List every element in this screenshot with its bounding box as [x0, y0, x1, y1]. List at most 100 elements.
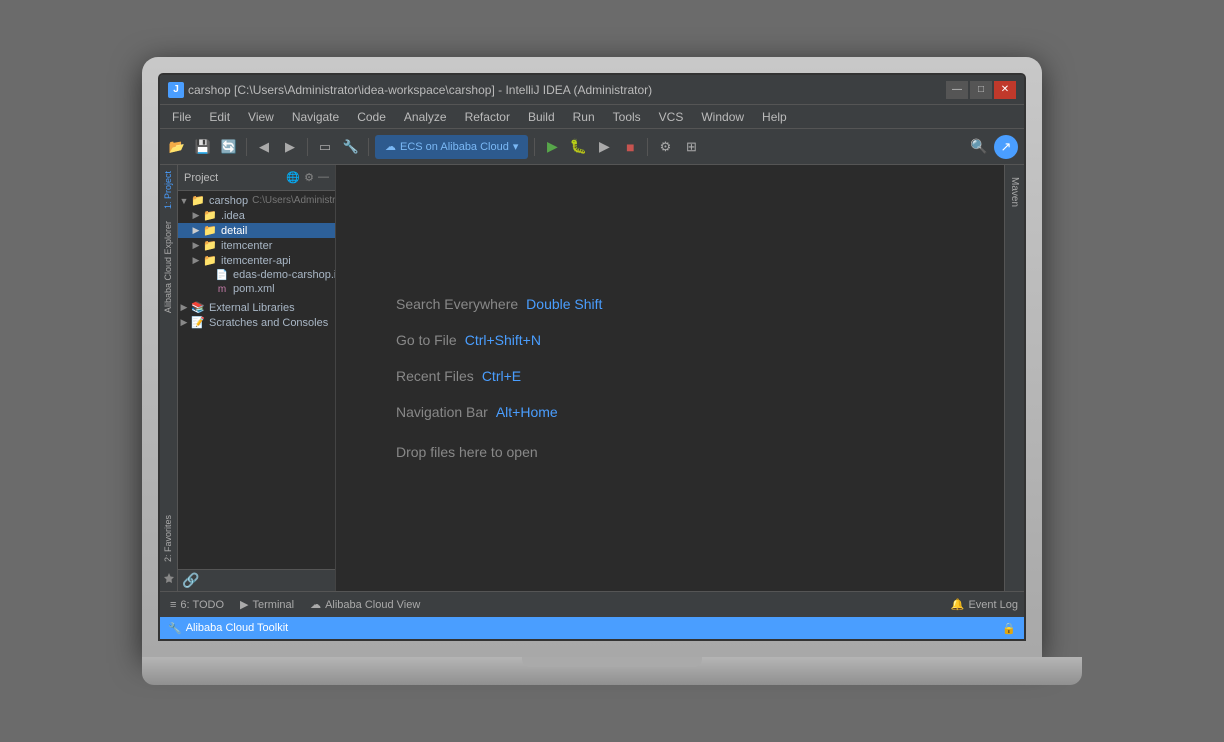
- terminal-tab[interactable]: ▶ Terminal: [236, 596, 298, 613]
- todo-icon: ≡: [170, 599, 176, 611]
- carshop-label: carshop: [209, 195, 248, 207]
- close-button[interactable]: ✕: [994, 81, 1016, 99]
- title-bar-left: J carshop [C:\Users\Administrator\idea-w…: [168, 82, 652, 98]
- pom-icon: m: [214, 284, 230, 295]
- menu-view[interactable]: View: [240, 108, 282, 126]
- menu-refactor[interactable]: Refactor: [457, 108, 518, 126]
- menu-vcs[interactable]: VCS: [651, 108, 692, 126]
- forward-btn[interactable]: ▶: [279, 136, 301, 158]
- favorites-tab[interactable]: 2: Favorites: [160, 509, 177, 568]
- detail-folder-icon: 📁: [202, 224, 218, 237]
- alibaba-cloud-view-tab[interactable]: ☁ Alibaba Cloud View: [306, 596, 424, 613]
- tree-item-iml[interactable]: ▶ 📄 edas-demo-carshop.iml: [178, 268, 335, 282]
- itemcenter-api-label: itemcenter-api: [221, 255, 291, 267]
- debug-button[interactable]: 🐛: [567, 136, 589, 158]
- menu-run[interactable]: Run: [565, 108, 603, 126]
- recent-files-shortcut[interactable]: Ctrl+E: [482, 368, 521, 384]
- pom-label: pom.xml: [233, 283, 275, 295]
- carshop-path: C:\Users\Administrator\idea-worksp...: [252, 195, 335, 206]
- menu-tools[interactable]: Tools: [605, 108, 649, 126]
- run-button[interactable]: ▶: [541, 136, 563, 158]
- goto-file-item: Go to File Ctrl+Shift+N: [396, 332, 944, 348]
- menu-edit[interactable]: Edit: [201, 108, 238, 126]
- window-title: carshop [C:\Users\Administrator\idea-wor…: [188, 83, 652, 97]
- coverage-button[interactable]: ▶: [593, 136, 615, 158]
- nav-bar-label: Navigation Bar: [396, 404, 488, 420]
- tree-item-pom[interactable]: ▶ m pom.xml: [178, 282, 335, 296]
- menu-code[interactable]: Code: [349, 108, 394, 126]
- toolbar: 📂 💾 🔄 ◀ ▶ ▭ 🔧 ☁ ECS on Alibaba Cloud: [160, 129, 1024, 165]
- stop-button[interactable]: ■: [619, 136, 641, 158]
- todo-tab[interactable]: ≡ 6: TODO: [166, 597, 228, 613]
- back-btn[interactable]: ◀: [253, 136, 275, 158]
- tree-item-detail[interactable]: ▶ 📁 detail: [178, 223, 335, 238]
- minimize-button[interactable]: —: [946, 81, 968, 99]
- iml-arrow: ▶: [202, 270, 214, 281]
- project-minimize-icon[interactable]: —: [318, 171, 329, 184]
- separator-4: [534, 138, 535, 156]
- left-strip: 1: Project Alibaba Cloud Explorer 2: Fav…: [160, 165, 178, 591]
- scratches-icon: 📝: [190, 316, 206, 329]
- open-folder-btn[interactable]: 📂: [166, 136, 188, 158]
- menu-navigate[interactable]: Navigate: [284, 108, 347, 126]
- drop-files-label: Drop files here to open: [396, 444, 944, 460]
- alibaba-cloud-explorer-tab[interactable]: Alibaba Cloud Explorer: [160, 215, 177, 319]
- cloud-btn-label: ECS on Alibaba Cloud: [400, 141, 509, 153]
- right-panel: Maven: [1004, 165, 1024, 591]
- title-bar: J carshop [C:\Users\Administrator\idea-w…: [160, 75, 1024, 105]
- carshop-folder-icon: 📁: [190, 194, 206, 207]
- event-log-icon: 🔔: [951, 598, 965, 611]
- lock-icon: 🔒: [1002, 622, 1016, 635]
- project-tab[interactable]: 1: Project: [160, 165, 177, 215]
- toolkit-label: Alibaba Cloud Toolkit: [186, 622, 289, 634]
- detail-arrow: ▶: [190, 225, 202, 236]
- search-everywhere-btn[interactable]: 🔍: [968, 136, 990, 158]
- tree-item-carshop[interactable]: ▼ 📁 carshop C:\Users\Administrator\idea-…: [178, 193, 335, 208]
- menu-window[interactable]: Window: [693, 108, 752, 126]
- edit-config-btn[interactable]: ▭: [314, 136, 336, 158]
- cloud-config-button[interactable]: ☁ ECS on Alibaba Cloud ▾: [375, 135, 528, 159]
- tree-item-external-libraries[interactable]: ▶ 📚 External Libraries: [178, 300, 335, 315]
- search-btn2[interactable]: 🔧: [340, 136, 362, 158]
- cursor-btn[interactable]: ↗: [994, 135, 1018, 159]
- tree-item-itemcenter[interactable]: ▶ 📁 itemcenter: [178, 238, 335, 253]
- separator-5: [647, 138, 648, 156]
- itemcenter-folder-icon: 📁: [202, 239, 218, 252]
- favorites-icon[interactable]: [160, 568, 177, 591]
- iml-file-icon: 📄: [214, 270, 230, 281]
- tree-view: ▼ 📁 carshop C:\Users\Administrator\idea-…: [178, 191, 335, 569]
- layout-btn[interactable]: ⊞: [680, 136, 702, 158]
- tree-item-scratches[interactable]: ▶ 📝 Scratches and Consoles: [178, 315, 335, 330]
- settings-btn[interactable]: ⚙: [654, 136, 676, 158]
- menu-file[interactable]: File: [164, 108, 199, 126]
- maximize-button[interactable]: □: [970, 81, 992, 99]
- terminal-label: Terminal: [253, 599, 295, 611]
- nav-bar-shortcut[interactable]: Alt+Home: [496, 404, 558, 420]
- save-btn[interactable]: 💾: [192, 136, 214, 158]
- separator-3: [368, 138, 369, 156]
- alibaba-toolkit-status[interactable]: 🔧 Alibaba Cloud Toolkit: [168, 622, 288, 635]
- cloud-icon: ☁: [385, 140, 396, 153]
- intellij-icon: J: [168, 82, 184, 98]
- sync-btn[interactable]: 🔄: [218, 136, 240, 158]
- goto-file-shortcut[interactable]: Ctrl+Shift+N: [465, 332, 541, 348]
- project-gear-icon[interactable]: ⚙: [304, 171, 314, 184]
- title-controls: — □ ✕: [946, 81, 1016, 99]
- iml-label: edas-demo-carshop.iml: [233, 269, 335, 281]
- cloud-dropdown-icon: ▾: [513, 140, 519, 153]
- tree-item-itemcenter-api[interactable]: ▶ 📁 itemcenter-api: [178, 253, 335, 268]
- menu-analyze[interactable]: Analyze: [396, 108, 455, 126]
- event-log-button[interactable]: 🔔 Event Log: [951, 598, 1018, 611]
- ext-lib-label: External Libraries: [209, 302, 295, 314]
- search-everywhere-shortcut[interactable]: Double Shift: [526, 296, 602, 312]
- menu-help[interactable]: Help: [754, 108, 795, 126]
- menu-build[interactable]: Build: [520, 108, 563, 126]
- detail-label: detail: [221, 225, 247, 237]
- itemcenter-label: itemcenter: [221, 240, 272, 252]
- panel-link-icon[interactable]: 🔗: [182, 572, 199, 589]
- project-panel: Project 🌐 ⚙ — ▼: [178, 165, 336, 591]
- maven-tab[interactable]: Maven: [1006, 169, 1023, 215]
- project-globe-icon[interactable]: 🌐: [286, 171, 300, 184]
- tree-item-idea[interactable]: ▶ 📁 .idea: [178, 208, 335, 223]
- terminal-icon: ▶: [240, 598, 248, 611]
